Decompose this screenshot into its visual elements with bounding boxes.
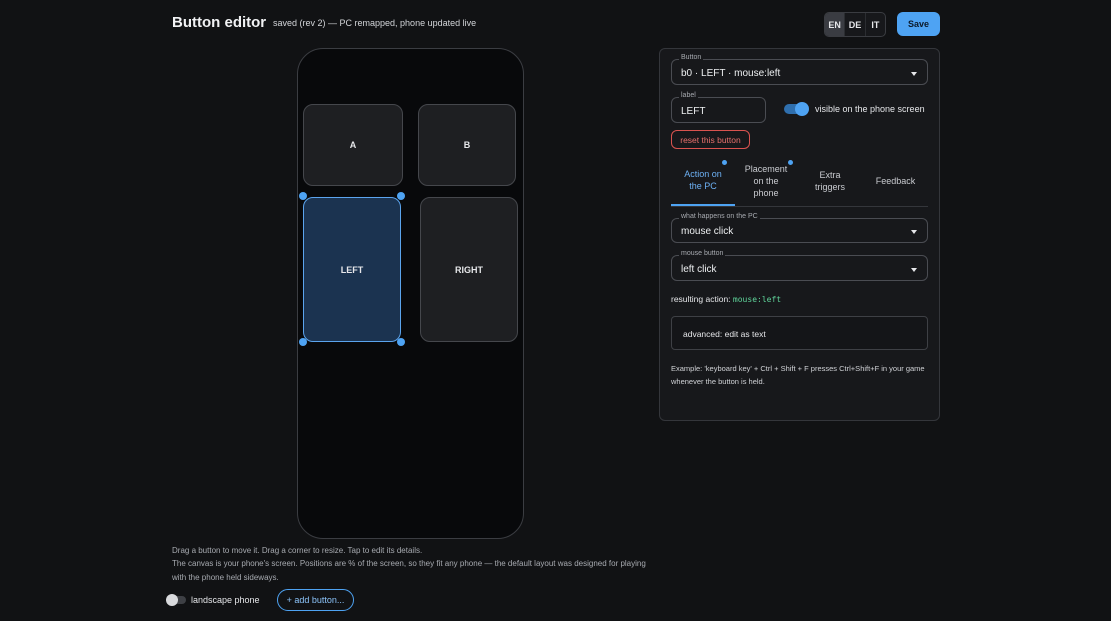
landscape-label: landscape phone (191, 595, 260, 605)
tab-label: Extra triggers (814, 170, 845, 192)
landscape-toggle[interactable] (166, 594, 186, 606)
action-select-value: mouse click (681, 226, 734, 237)
example-text: Example: 'keyboard key' + Ctrl + Shift +… (671, 364, 925, 386)
add-button[interactable]: + add button... (277, 589, 354, 611)
page-title: Button editor (172, 14, 267, 31)
label-field[interactable]: label LEFT (671, 92, 766, 123)
tab-label: Action on the PC (684, 169, 722, 191)
phone-button-right[interactable]: RIGHT (420, 197, 518, 342)
tab-modified-dot (722, 160, 727, 165)
advanced-edit-toggle[interactable]: advanced: edit as text (671, 316, 928, 350)
label-field-label: label (679, 92, 698, 99)
chevron-down-icon (911, 268, 917, 272)
mouse-button-select[interactable]: mouse button left click (671, 250, 928, 281)
tab-bar: Action on the PC Placement on the phone … (671, 156, 928, 207)
help-text-line-1: Drag a button to move it. Drag a corner … (172, 546, 423, 555)
label-field-value: LEFT (681, 106, 706, 117)
language-switcher: EN DE IT (824, 12, 886, 37)
resulting-action-label: resulting action: (671, 294, 731, 304)
resize-handle-bottom-right[interactable] (397, 338, 405, 346)
lang-de-button[interactable]: DE (845, 13, 866, 36)
button-select[interactable]: Button b0 · LEFT · mouse:left (671, 54, 928, 85)
help-text-line-3: with the phone held sideways. (172, 573, 279, 582)
lang-it-button[interactable]: IT (866, 13, 885, 36)
action-select-label: what happens on the PC (679, 213, 760, 220)
phone-button-a[interactable]: A (303, 104, 403, 186)
tab-label: Feedback (875, 176, 916, 186)
mouse-button-select-label: mouse button (679, 250, 726, 257)
phone-canvas[interactable]: A B LEFT RIGHT (297, 48, 524, 539)
visible-toggle[interactable] (784, 102, 809, 116)
reset-button[interactable]: reset this button (671, 130, 750, 149)
toggle-knob (166, 594, 178, 606)
save-button[interactable]: Save (897, 12, 940, 36)
button-select-label: Button (679, 54, 704, 61)
lang-en-button[interactable]: EN (825, 13, 846, 36)
tab-feedback[interactable]: Feedback (863, 156, 928, 206)
tab-extra-triggers[interactable]: Extra triggers (797, 156, 863, 206)
action-select[interactable]: what happens on the PC mouse click (671, 213, 928, 243)
resulting-action-code: mouse:left (732, 295, 782, 304)
button-select-value: b0 · LEFT · mouse:left (681, 68, 781, 79)
resize-handle-bottom-left[interactable] (299, 338, 307, 346)
chevron-down-icon (911, 72, 917, 76)
tab-modified-dot (788, 160, 793, 165)
toggle-knob (795, 102, 809, 116)
chevron-down-icon (911, 230, 917, 234)
mouse-button-select-value: left click (681, 264, 717, 275)
resulting-action: resulting action: mouse:left (671, 294, 781, 304)
resize-handle-top-right[interactable] (397, 192, 405, 200)
tab-label: Placement on the phone (744, 164, 788, 198)
phone-button-b[interactable]: B (418, 104, 516, 186)
visible-label: visible on the phone screen (815, 104, 925, 114)
save-status: saved (rev 2) — PC remapped, phone updat… (273, 18, 477, 28)
resize-handle-top-left[interactable] (299, 192, 307, 200)
help-text-line-2: The canvas is your phone's screen. Posit… (172, 559, 646, 568)
phone-button-left[interactable]: LEFT (303, 197, 401, 342)
